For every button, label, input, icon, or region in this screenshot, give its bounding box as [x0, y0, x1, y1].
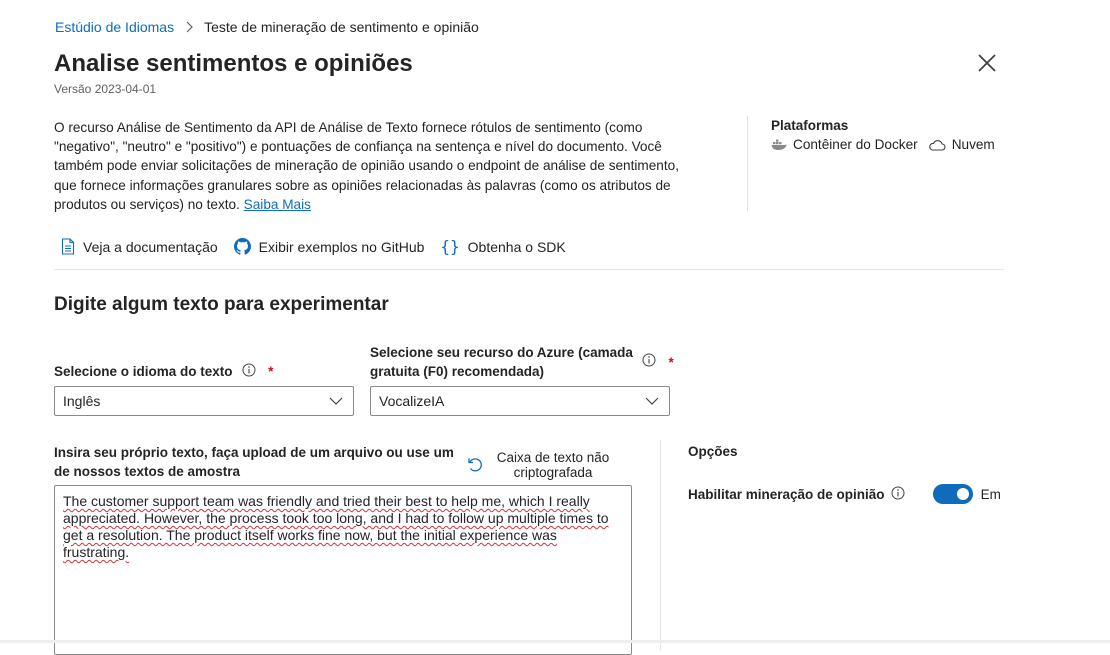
info-icon[interactable]: [242, 363, 256, 382]
text-input-label-line1: Insira seu próprio texto, faça upload de…: [54, 445, 454, 460]
language-select-value: Inglês: [63, 393, 101, 409]
chevron-down-icon: [329, 397, 343, 405]
resource-links: Veja a documentação Exibir exemplos no G…: [61, 237, 582, 256]
text-input-area[interactable]: The customer support team was friendly a…: [54, 485, 632, 655]
divider: [54, 269, 1004, 270]
toggle-state-label: Em: [980, 486, 1001, 502]
required-mark: *: [268, 364, 274, 379]
chevron-right-icon: [184, 21, 194, 33]
language-label-row: Selecione o idioma do texto *: [54, 362, 273, 382]
platform-cloud: Nuvem: [928, 137, 995, 152]
cloud-icon: [928, 139, 946, 151]
opinion-mining-row: Habilitar mineração de opinião Em: [688, 484, 1001, 504]
clear-text-label-line1: Caixa de texto não: [496, 450, 610, 465]
divider: [747, 116, 748, 211]
clear-text-button[interactable]: Caixa de texto não criptografada: [466, 450, 618, 480]
github-samples-link[interactable]: Exibir exemplos no GitHub: [233, 238, 425, 255]
api-version: Versão 2023-04-01: [54, 82, 157, 96]
resource-info-row: *: [642, 353, 674, 372]
opinion-mining-toggle[interactable]: [932, 484, 973, 504]
undo-icon: [468, 458, 482, 472]
clear-text-label-line2: criptografada: [513, 465, 593, 480]
breadcrumb-current: Teste de mineração de sentimento e opini…: [204, 19, 479, 35]
chevron-down-icon: [645, 397, 659, 405]
options-title: Opções: [688, 444, 738, 459]
section-title: Digite algum texto para experimentar: [54, 294, 389, 315]
resource-select-value: VocalizeIA: [379, 393, 445, 409]
text-input-label: Insira seu próprio texto, faça upload de…: [54, 443, 464, 481]
resource-label-line2: gratuita (F0) recomendada): [370, 364, 545, 379]
opinion-mining-label: Habilitar mineração de opinião: [688, 486, 885, 502]
resource-label-line1: Selecione seu recurso do Azure (camada: [370, 345, 633, 360]
description-text: O recurso Análise de Sentimento da API d…: [54, 120, 679, 212]
platform-docker: Contêiner do Docker: [771, 137, 918, 152]
required-mark: *: [668, 354, 674, 370]
info-icon[interactable]: [642, 353, 656, 372]
resource-label-row: Selecione seu recurso do Azure (camada g…: [370, 343, 650, 381]
close-icon: [978, 54, 996, 72]
get-sdk-link[interactable]: {} Obtenha o SDK: [440, 237, 565, 256]
resource-select[interactable]: VocalizeIA: [370, 386, 670, 416]
platforms-list: Contêiner do Docker Nuvem: [771, 137, 1005, 152]
braces-icon: {}: [440, 237, 460, 256]
platform-cloud-label: Nuvem: [951, 137, 995, 152]
view-docs-label: Veja a documentação: [83, 238, 218, 255]
close-button[interactable]: [975, 51, 999, 75]
document-icon: [61, 238, 75, 255]
learn-more-link[interactable]: Saiba Mais: [244, 197, 311, 212]
text-input-label-line2: de nossos textos de amostra: [54, 464, 241, 479]
divider: [660, 440, 661, 650]
get-sdk-label: Obtenha o SDK: [467, 238, 566, 255]
toggle-knob: [956, 488, 969, 500]
breadcrumb: Estúdio de Idiomas Teste de mineração de…: [55, 19, 479, 35]
language-label: Selecione o idioma do texto: [54, 364, 233, 379]
github-icon: [233, 238, 251, 255]
platforms-title: Plataformas: [771, 118, 849, 133]
page-title: Analise sentimentos e opiniões: [54, 50, 413, 77]
text-input-value: The customer support team was friendly a…: [63, 493, 609, 560]
clear-text-label: Caixa de texto não criptografada: [488, 450, 618, 480]
platform-docker-label: Contêiner do Docker: [793, 137, 918, 152]
info-icon[interactable]: [891, 486, 905, 503]
github-samples-label: Exibir exemplos no GitHub: [258, 238, 425, 255]
docker-icon: [771, 139, 787, 150]
language-select[interactable]: Inglês: [54, 386, 354, 416]
breadcrumb-root-link[interactable]: Estúdio de Idiomas: [55, 19, 174, 35]
view-docs-link[interactable]: Veja a documentação: [61, 238, 218, 255]
description: O recurso Análise de Sentimento da API d…: [54, 118, 694, 214]
